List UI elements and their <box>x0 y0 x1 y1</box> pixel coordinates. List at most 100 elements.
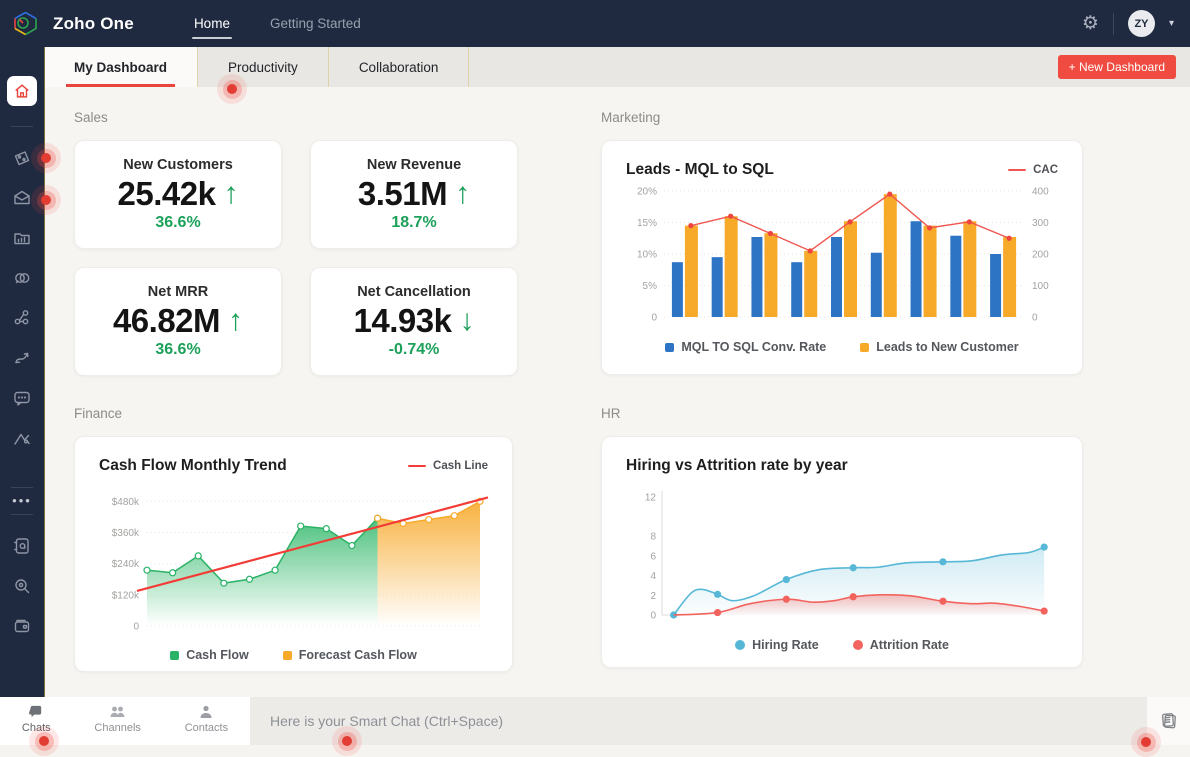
sidebar-item-chat[interactable] <box>5 381 39 415</box>
svg-text:12: 12 <box>645 492 657 503</box>
sidebar-item-wallet[interactable] <box>5 609 39 643</box>
hr-line-chart[interactable]: 12 8 6 4 2 0 <box>626 479 1060 631</box>
kpi-title: Net MRR <box>147 284 209 300</box>
blue-square-swatch-icon <box>665 342 675 352</box>
kpi-card-net-cancellation[interactable]: Net Cancellation 14.93k ↓ -0.74% <box>310 267 518 376</box>
chat-tab-channels[interactable]: Channels <box>94 704 141 734</box>
red-line-swatch-icon <box>1008 168 1027 172</box>
avatar[interactable]: ZY <box>1127 10 1155 37</box>
legend-forecast[interactable]: Forecast Cash Flow <box>282 648 417 662</box>
topnav-getting-started[interactable]: Getting Started <box>270 0 361 47</box>
chat-tab-contacts[interactable]: Contacts <box>185 704 228 734</box>
zoho-one-logo-icon[interactable] <box>12 10 39 37</box>
network-nodes-icon <box>14 310 29 325</box>
brand-title: Zoho One <box>53 13 134 33</box>
sidebar-item-reports[interactable] <box>5 221 39 255</box>
tour-hotspot-productivity[interactable] <box>217 74 247 104</box>
sidebar-divider <box>11 126 33 127</box>
settings-gear-icon[interactable]: ⚙ <box>1082 14 1099 33</box>
tab-productivity[interactable]: Productivity <box>198 47 329 87</box>
red-dot-swatch-icon <box>852 640 863 650</box>
green-square-swatch-icon <box>170 650 180 660</box>
kpi-percent: 18.7% <box>391 214 437 231</box>
section-label-finance: Finance <box>74 406 123 421</box>
sidebar-item-analytics[interactable] <box>5 421 39 455</box>
red-line-swatch-icon <box>408 464 427 468</box>
zia-search-icon <box>15 579 30 594</box>
kpi-value: 46.82M <box>112 302 221 339</box>
kpi-value: 14.93k <box>353 302 452 339</box>
marketing-chart-card: Leads - MQL to SQL CAC 20% 400 15% 300 10% 20… <box>601 140 1083 375</box>
svg-text:20%: 20% <box>637 187 657 198</box>
tour-hotspot-history[interactable] <box>1131 727 1161 757</box>
sidebar-item-home[interactable] <box>7 76 37 106</box>
svg-text:300: 300 <box>1032 218 1049 229</box>
folder-chart-icon <box>14 233 30 245</box>
top-bar: Zoho One Home Getting Started ⚙ ZY ▾ <box>0 0 1190 47</box>
trend-down-arrow-icon: ↓ <box>459 304 475 337</box>
svg-text:$240k: $240k <box>112 559 140 570</box>
legend-cac[interactable]: CAC <box>1008 164 1058 176</box>
tour-hotspot-sales-app[interactable] <box>31 143 61 173</box>
section-label-hr: HR <box>601 406 621 421</box>
kpi-title: Net Cancellation <box>357 284 471 300</box>
finance-chart-card: Cash Flow Monthly Trend Cash Line $480k $… <box>74 436 513 672</box>
kpi-card-new-customers[interactable]: New Customers 25.42k ↑ 36.6% <box>74 140 282 249</box>
legend-mql[interactable]: MQL TO SQL Conv. Rate <box>665 340 826 354</box>
avatar-caret-icon[interactable]: ▾ <box>1169 18 1174 29</box>
new-dashboard-button[interactable]: + New Dashboard <box>1057 55 1176 79</box>
legend-hiring[interactable]: Hiring Rate <box>735 638 819 652</box>
campaign-swoosh-icon <box>15 352 29 364</box>
svg-text:0: 0 <box>651 313 657 324</box>
analytics-mountain-icon <box>14 433 30 445</box>
kpi-value: 3.51M <box>357 175 448 212</box>
sidebar-item-campaigns[interactable] <box>5 341 39 375</box>
sidebar-item-connect[interactable] <box>5 301 39 335</box>
tab-collaboration[interactable]: Collaboration <box>329 47 470 87</box>
topbar-divider <box>1112 12 1114 35</box>
topnav-home[interactable]: Home <box>191 0 232 47</box>
kpi-value: 25.42k <box>117 175 216 212</box>
blue-dot-swatch-icon <box>735 640 746 650</box>
svg-text:0: 0 <box>1032 313 1038 324</box>
tour-hotspot-mail-app[interactable] <box>31 185 61 215</box>
svg-text:400: 400 <box>1032 187 1049 198</box>
svg-text:2: 2 <box>650 591 656 602</box>
finance-area-chart[interactable]: $480k $360k $240k $120k 0 <box>99 479 490 641</box>
kpi-card-net-mrr[interactable]: Net MRR 46.82M ↑ 36.6% <box>74 267 282 376</box>
tour-hotspot-smart-chat[interactable] <box>332 726 362 756</box>
sidebar-divider <box>11 487 33 488</box>
sidebar-item-crm[interactable] <box>5 261 39 295</box>
svg-text:6: 6 <box>650 551 656 562</box>
sidebar-item-search[interactable] <box>5 569 39 603</box>
kpi-percent: 36.6% <box>155 341 201 358</box>
hr-chart-card: Hiring vs Attrition rate by year 12 8 6 4 2 0… <box>601 436 1083 668</box>
kpi-title: New Revenue <box>366 157 462 173</box>
linked-rings-icon <box>15 273 30 284</box>
chart-title: Hiring vs Attrition rate by year <box>626 457 848 474</box>
sidebar-item-notebook[interactable] <box>5 529 39 563</box>
legend-cash-flow[interactable]: Cash Flow <box>170 648 249 662</box>
legend-leads[interactable]: Leads to New Customer <box>860 340 1019 354</box>
mail-icon <box>14 190 30 205</box>
smart-chat-bar: Chats Channels Contacts Here is your Sma… <box>0 697 1190 745</box>
legend-cash-line[interactable]: Cash Line <box>408 460 488 472</box>
kpi-card-new-revenue[interactable]: New Revenue 3.51M ↑ 18.7% <box>310 140 518 249</box>
chats-icon <box>29 705 42 718</box>
wallet-icon <box>14 619 30 633</box>
smart-chat-input[interactable]: Here is your Smart Chat (Ctrl+Space) <box>270 697 1130 745</box>
chart-title: Leads - MQL to SQL <box>626 161 774 178</box>
svg-text:0: 0 <box>133 622 139 633</box>
tab-my-dashboard[interactable]: My Dashboard <box>44 47 199 87</box>
svg-text:0: 0 <box>650 611 656 622</box>
yellow-square-swatch-icon <box>860 342 870 352</box>
legend-attrition[interactable]: Attrition Rate <box>852 638 949 652</box>
svg-text:5%: 5% <box>643 281 658 292</box>
tour-hotspot-chats[interactable] <box>29 726 59 756</box>
dashboard-content: Sales Marketing Finance HR New Customers… <box>44 87 1190 697</box>
svg-text:100: 100 <box>1032 281 1049 292</box>
svg-text:10%: 10% <box>637 250 657 261</box>
sidebar-more-icon[interactable]: ••• <box>12 494 32 507</box>
marketing-bar-chart[interactable]: 20% 400 15% 300 10% 200 5% 100 0 0 <box>626 183 1060 333</box>
chart-title: Cash Flow Monthly Trend <box>99 457 287 474</box>
